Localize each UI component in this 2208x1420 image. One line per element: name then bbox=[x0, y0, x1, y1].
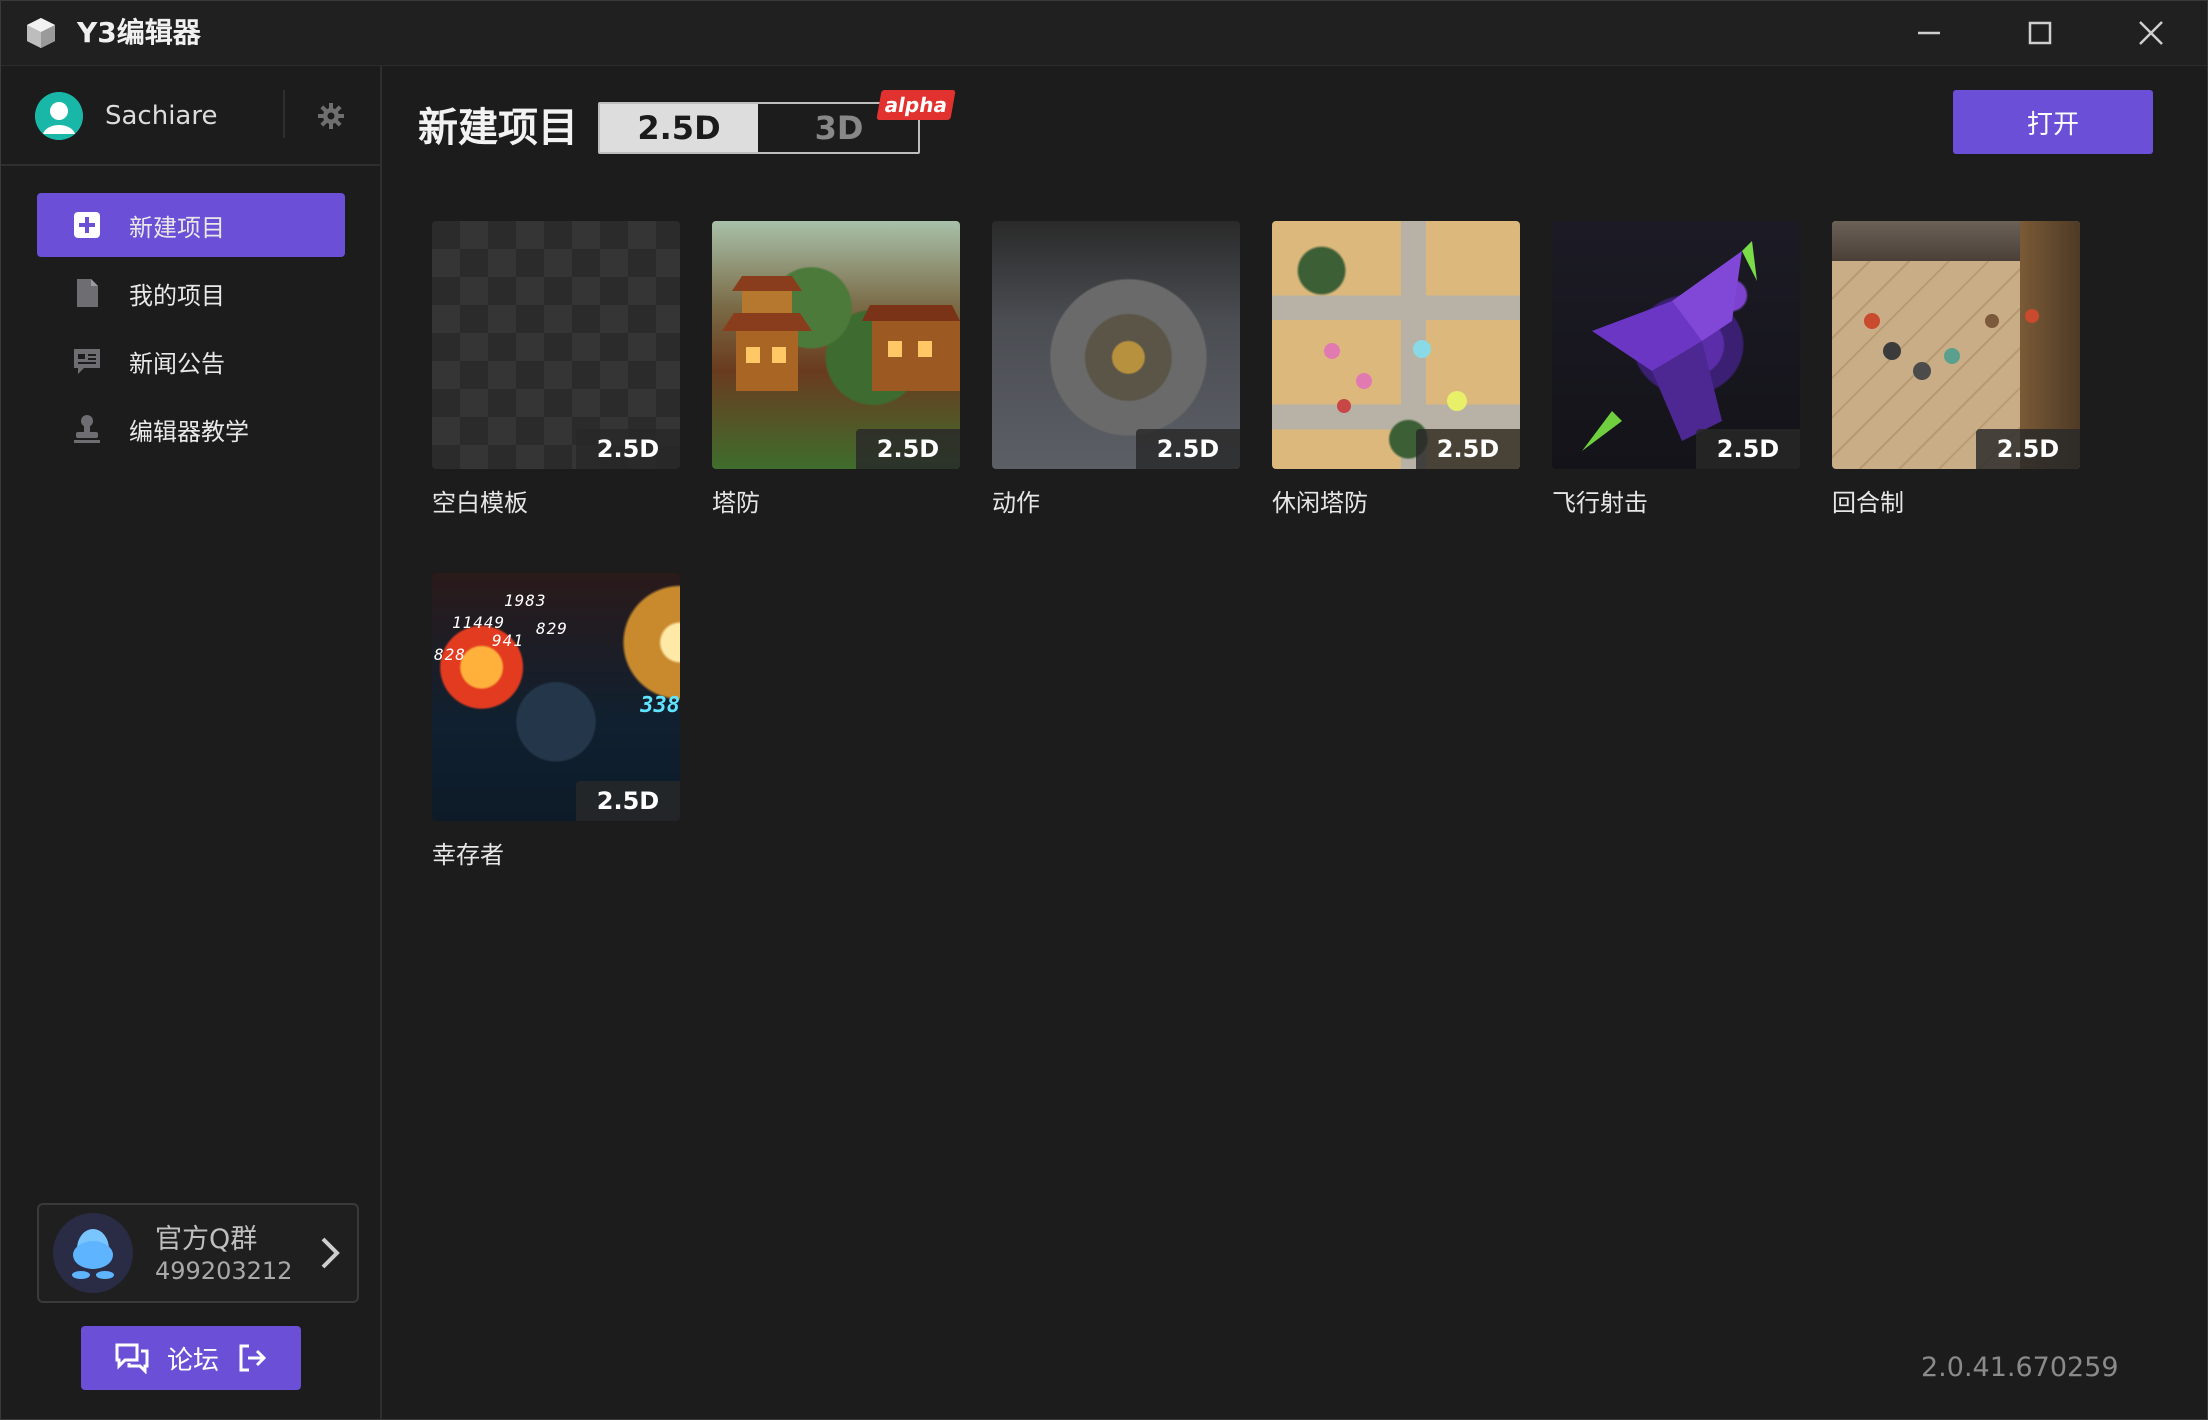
gear-icon bbox=[318, 103, 344, 129]
app-title: Y3编辑器 bbox=[77, 16, 201, 49]
maximize-icon bbox=[2028, 21, 2052, 45]
qq-group-number: 499203212 bbox=[155, 1257, 293, 1285]
external-link-icon bbox=[239, 1344, 267, 1372]
template-thumbnail: 2.5D bbox=[1832, 221, 2080, 469]
template-card-flight-shooter[interactable]: 2.5D 飞行射击 bbox=[1552, 221, 1800, 517]
open-button[interactable]: 打开 bbox=[1953, 90, 2153, 154]
template-badge: 2.5D bbox=[1136, 429, 1240, 469]
template-card-blank[interactable]: 2.5D 空白模板 bbox=[432, 221, 680, 517]
forum-button[interactable]: 论坛 bbox=[81, 1326, 301, 1390]
minimize-icon bbox=[1918, 31, 1940, 35]
template-name: 动作 bbox=[992, 489, 1040, 517]
template-name: 飞行射击 bbox=[1552, 489, 1648, 517]
avatar[interactable] bbox=[35, 92, 83, 140]
sidebar: Sachiare 新建项目 我的项目 新闻公告 编辑器教学 官方Q群 49920… bbox=[1, 66, 382, 1419]
template-badge: 2.5D bbox=[1416, 429, 1520, 469]
template-thumbnail: 2.5D bbox=[992, 221, 1240, 469]
template-badge: 2.5D bbox=[1976, 429, 2080, 469]
template-card-turn-based[interactable]: 2.5D 回合制 bbox=[1832, 221, 2080, 517]
sidebar-item-label: 新闻公告 bbox=[129, 349, 225, 378]
template-badge: 2.5D bbox=[576, 781, 680, 821]
template-thumbnail: 2.5D bbox=[1272, 221, 1520, 469]
template-name: 幸存者 bbox=[432, 841, 504, 869]
damage-numbers-image: 338 bbox=[640, 693, 680, 718]
chat-bubbles-icon bbox=[115, 1343, 149, 1374]
stamp-tutorial-icon bbox=[71, 413, 103, 445]
user-avatar-icon bbox=[35, 92, 83, 140]
page-title: 新建项目 bbox=[418, 105, 578, 151]
template-card-tower-defense[interactable]: 2.5D 塔防 bbox=[712, 221, 960, 517]
divider bbox=[283, 90, 285, 138]
close-icon bbox=[2139, 21, 2163, 45]
template-badge: 2.5D bbox=[576, 429, 680, 469]
template-name: 空白模板 bbox=[432, 489, 528, 517]
version-label: 2.0.41.670259 bbox=[1921, 1352, 2119, 1383]
chevron-right-icon bbox=[321, 1237, 340, 1269]
damage-numbers-image: 1983 bbox=[504, 591, 547, 610]
app-logo-cube-icon bbox=[27, 18, 55, 48]
qq-group-card[interactable]: 官方Q群 499203212 bbox=[37, 1203, 359, 1303]
template-thumbnail: 2.5D bbox=[1552, 221, 1800, 469]
qq-avatar bbox=[53, 1213, 133, 1293]
sidebar-item-new-project[interactable]: 新建项目 bbox=[37, 193, 345, 257]
main-content: 新建项目 2.5D 3D alpha 打开 2.5D 空白模板 2.5D 塔防 … bbox=[382, 66, 2207, 1419]
damage-numbers-image: 11449 bbox=[452, 613, 506, 632]
alpha-badge: alpha bbox=[876, 90, 956, 120]
template-card-survivor[interactable]: 1983 11449 829 941 828 338 2.5D 幸存者 bbox=[432, 573, 680, 869]
settings-button[interactable] bbox=[313, 98, 349, 134]
user-profile: Sachiare bbox=[1, 66, 380, 166]
template-name: 休闲塔防 bbox=[1272, 489, 1368, 517]
sidebar-item-my-projects[interactable]: 我的项目 bbox=[37, 261, 345, 325]
sidebar-item-news[interactable]: 新闻公告 bbox=[37, 329, 345, 393]
template-badge: 2.5D bbox=[1696, 429, 1800, 469]
template-card-action[interactable]: 2.5D 动作 bbox=[992, 221, 1240, 517]
sidebar-item-tutorial[interactable]: 编辑器教学 bbox=[37, 397, 345, 461]
minimize-button[interactable] bbox=[1897, 9, 1961, 57]
forum-label: 论坛 bbox=[166, 1345, 219, 1376]
username: Sachiare bbox=[105, 101, 218, 131]
template-badge: 2.5D bbox=[856, 429, 960, 469]
template-card-casual-tower-defense[interactable]: 2.5D 休闲塔防 bbox=[1272, 221, 1520, 517]
news-chat-icon bbox=[71, 345, 103, 377]
template-name: 回合制 bbox=[1832, 489, 1904, 517]
sidebar-item-label: 新建项目 bbox=[129, 213, 225, 242]
qq-penguin-icon bbox=[72, 1229, 114, 1279]
template-thumbnail: 1983 11449 829 941 828 338 2.5D bbox=[432, 573, 680, 821]
damage-numbers-image: 829 bbox=[536, 619, 568, 638]
editor-window: Y3编辑器 Sachiare 新建项目 我的项目 新闻公告 编辑器教学 官方Q群… bbox=[0, 0, 2208, 1420]
mode-option-2-5d[interactable]: 2.5D bbox=[600, 104, 758, 152]
document-icon bbox=[71, 277, 103, 309]
sidebar-item-label: 我的项目 bbox=[129, 281, 225, 310]
damage-numbers-image: 941 bbox=[492, 631, 524, 650]
template-name: 塔防 bbox=[712, 489, 760, 517]
template-thumbnail: 2.5D bbox=[432, 221, 680, 469]
maximize-button[interactable] bbox=[2008, 9, 2072, 57]
qq-group-title: 官方Q群 bbox=[155, 1224, 258, 1255]
damage-numbers-image: 828 bbox=[434, 645, 466, 664]
template-thumbnail: 2.5D bbox=[712, 221, 960, 469]
mode-toggle: 2.5D 3D bbox=[598, 102, 920, 154]
title-bar: Y3编辑器 bbox=[1, 1, 2207, 66]
close-button[interactable] bbox=[2119, 9, 2183, 57]
plus-square-icon bbox=[71, 209, 103, 241]
sidebar-item-label: 编辑器教学 bbox=[129, 417, 249, 446]
